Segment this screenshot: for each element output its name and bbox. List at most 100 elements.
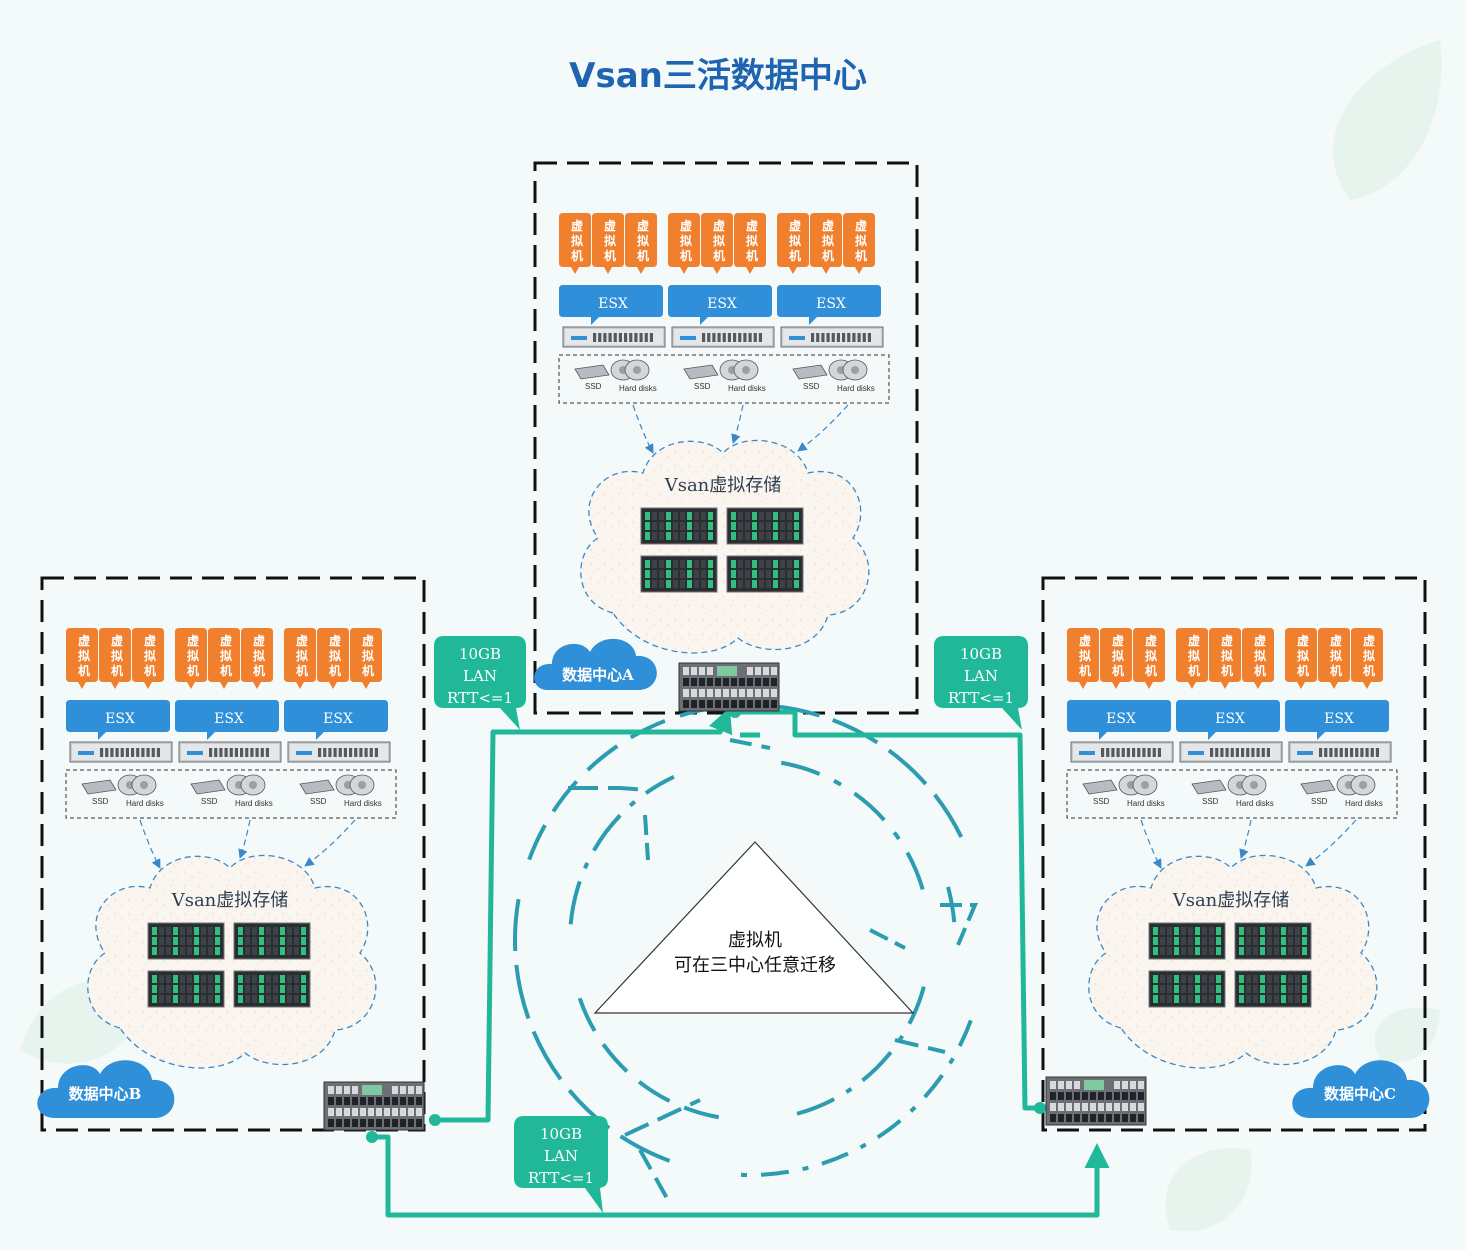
link-ac-line-1: 10GB bbox=[960, 645, 1002, 663]
esx-label: ESX bbox=[1324, 711, 1354, 727]
vm-box: 虚拟机 bbox=[1133, 628, 1165, 689]
esx-label: ESX bbox=[323, 711, 353, 727]
vm-label: 拟 bbox=[362, 648, 374, 663]
vm-label: 拟 bbox=[111, 648, 123, 663]
vm-label: 拟 bbox=[604, 233, 616, 248]
storage-rack bbox=[1234, 970, 1312, 1008]
vm-label: 机 bbox=[1363, 663, 1375, 678]
ssd-label: SSD bbox=[310, 797, 327, 806]
server-unit bbox=[780, 326, 884, 348]
arc-hook bbox=[894, 1038, 946, 1054]
vm-label: 拟 bbox=[1363, 648, 1375, 663]
vm-label: 虚 bbox=[855, 218, 867, 233]
vm-label: 拟 bbox=[571, 233, 583, 248]
server-unit bbox=[69, 741, 173, 763]
link-bc-line-2: LAN bbox=[544, 1147, 578, 1165]
hdd-label: Hard disks bbox=[126, 799, 164, 808]
vm-box: 虚拟机 bbox=[1067, 628, 1099, 689]
storage-label: Vsan虚拟存储 bbox=[664, 475, 782, 496]
ssd-icon bbox=[190, 779, 226, 795]
hdd-label: Hard disks bbox=[619, 384, 657, 393]
datacenter-b-label: 数据中心B bbox=[69, 1085, 142, 1103]
storage-rack bbox=[147, 970, 225, 1008]
page-title: Vsan三活数据中心 bbox=[569, 56, 867, 96]
vm-label: 机 bbox=[680, 248, 692, 263]
vm-label: 虚 bbox=[253, 633, 265, 648]
esx-box: ESX bbox=[284, 700, 388, 740]
storage-cloud: Vsan虚拟存储 bbox=[580, 439, 870, 654]
vm-box: 虚拟机 bbox=[1176, 628, 1208, 689]
hdd-label: Hard disks bbox=[1236, 799, 1274, 808]
storage-rack bbox=[640, 555, 718, 593]
ssd-icon bbox=[1191, 779, 1227, 795]
esx-box: ESX bbox=[668, 285, 772, 325]
server-unit bbox=[1070, 741, 1174, 763]
vm-box: 虚拟机 bbox=[592, 213, 624, 274]
vm-label: 机 bbox=[571, 248, 583, 263]
vm-box: 虚拟机 bbox=[668, 213, 700, 274]
dashed-arrow bbox=[731, 404, 744, 444]
hdd-label: Hard disks bbox=[235, 799, 273, 808]
vm-label: 机 bbox=[1330, 663, 1342, 678]
vm-label: 机 bbox=[253, 663, 265, 678]
datacenter-a-cloud: 数据中心A bbox=[534, 638, 657, 690]
storage-rack bbox=[726, 507, 804, 545]
vm-box: 虚拟机 bbox=[843, 213, 875, 274]
ssd-label: SSD bbox=[1093, 797, 1110, 806]
esx-label: ESX bbox=[1106, 711, 1136, 727]
vm-label: 拟 bbox=[329, 648, 341, 663]
esx-label: ESX bbox=[105, 711, 135, 727]
link-node bbox=[429, 1114, 441, 1126]
vm-label: 虚 bbox=[329, 633, 341, 648]
vm-label: 拟 bbox=[144, 648, 156, 663]
arc-dashdot bbox=[780, 760, 926, 894]
arc-dashed bbox=[527, 703, 730, 861]
ssd-icon bbox=[1082, 779, 1118, 795]
vm-box: 虚拟机 bbox=[1351, 628, 1383, 689]
vm-label: 拟 bbox=[220, 648, 232, 663]
dashed-arrow bbox=[139, 819, 161, 869]
esx-box: ESX bbox=[1067, 700, 1171, 740]
esx-label: ESX bbox=[816, 296, 846, 312]
disk-group: SSD Hard disks bbox=[683, 359, 766, 393]
vm-label: 拟 bbox=[296, 648, 308, 663]
dashed-arrow bbox=[1140, 819, 1162, 869]
vm-label: 虚 bbox=[144, 633, 156, 648]
vm-label: 拟 bbox=[187, 648, 199, 663]
disk-group: SSD Hard disks bbox=[574, 359, 657, 393]
esx-box: ESX bbox=[66, 700, 170, 740]
hdd-label: Hard disks bbox=[728, 384, 766, 393]
esx-label: ESX bbox=[1215, 711, 1245, 727]
vm-label: 机 bbox=[1112, 663, 1124, 678]
ssd-label: SSD bbox=[201, 797, 218, 806]
vm-box: 虚拟机 bbox=[99, 628, 131, 689]
link-ac-line-2: LAN bbox=[964, 667, 998, 685]
vm-label: 机 bbox=[604, 248, 616, 263]
link-bc-line-1: 10GB bbox=[540, 1125, 582, 1143]
vm-label: 虚 bbox=[1254, 633, 1266, 648]
arc-dashed bbox=[770, 703, 965, 842]
vm-box: 虚拟机 bbox=[175, 628, 207, 689]
vm-label: 机 bbox=[1297, 663, 1309, 678]
storage-label: Vsan虚拟存储 bbox=[171, 890, 289, 911]
vm-label: 虚 bbox=[571, 218, 583, 233]
ssd-icon bbox=[81, 779, 117, 795]
vm-label: 拟 bbox=[1221, 648, 1233, 663]
storage-rack bbox=[233, 922, 311, 960]
dashed-arrow bbox=[632, 404, 654, 454]
vm-label: 虚 bbox=[1363, 633, 1375, 648]
vm-label: 拟 bbox=[253, 648, 265, 663]
vm-label: 拟 bbox=[1330, 648, 1342, 663]
migration-triangle bbox=[593, 841, 915, 1014]
vm-label: 机 bbox=[187, 663, 199, 678]
arc-hook bbox=[940, 903, 979, 946]
vm-label: 虚 bbox=[637, 218, 649, 233]
ssd-icon bbox=[683, 364, 719, 380]
dashed-arrow bbox=[304, 819, 356, 867]
diagram-canvas: Vsan三活数据中心 虚拟机虚拟机虚拟机 ESX SSD Hard disks 虚拟机虚… bbox=[0, 0, 1466, 1250]
vm-label: 拟 bbox=[746, 233, 758, 248]
link-b-to-c bbox=[372, 1134, 1110, 1218]
esx-label: ESX bbox=[707, 296, 737, 312]
vm-label: 机 bbox=[1254, 663, 1266, 678]
vm-label: 虚 bbox=[187, 633, 199, 648]
